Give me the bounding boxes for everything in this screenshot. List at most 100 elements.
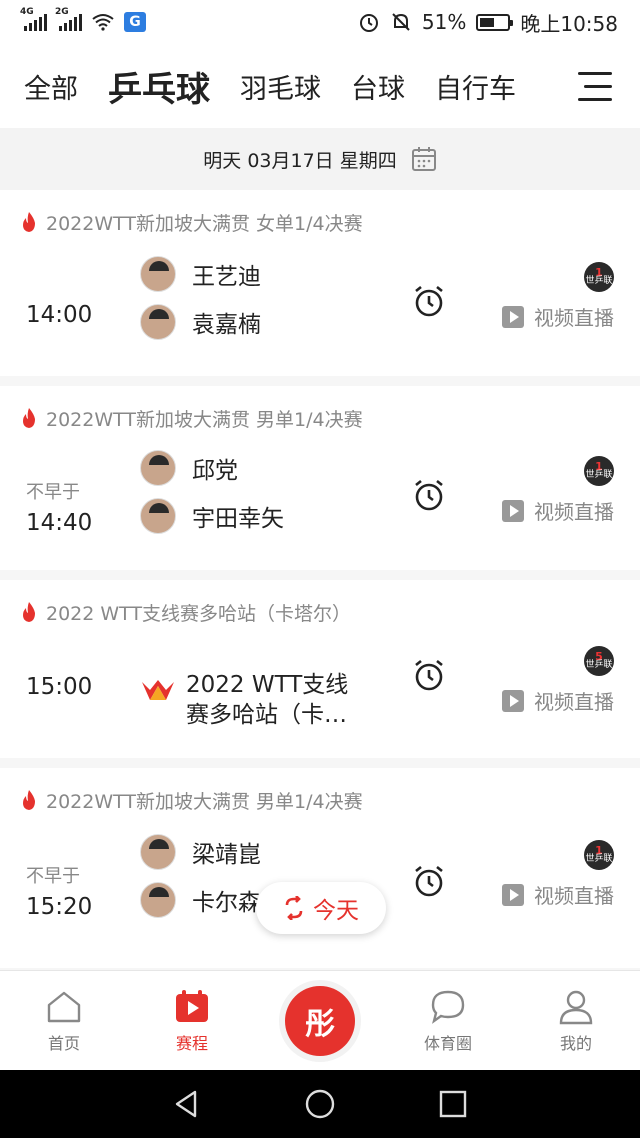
match-title: 2022WTT新加坡大满贯 女单1/4决赛 xyxy=(46,212,363,235)
match-card[interactable]: 2022WTT新加坡大满贯 男单1/4决赛 不早于 14:40 邱党 宇田幸矢 … xyxy=(0,386,640,570)
battery-percent: 51% xyxy=(421,10,467,34)
play-icon xyxy=(502,499,524,522)
alarm-clock-icon[interactable] xyxy=(412,478,446,512)
match-time: 14:40 xyxy=(26,510,93,536)
app-notification-icon: G xyxy=(124,12,146,32)
match-card[interactable]: 2022 WTT支线赛多哈站（卡塔尔） 15:00 2022 WTT支线 赛多哈… xyxy=(0,580,640,758)
tab-cycling[interactable]: 自行车 xyxy=(435,67,516,106)
mute-icon xyxy=(392,13,410,31)
match-title: 2022 WTT支线赛多哈站（卡塔尔） xyxy=(46,602,352,625)
match-card[interactable]: 2022WTT新加坡大满贯 女单1/4决赛 14:00 王艺迪 袁嘉楠 1 世乒联… xyxy=(0,190,640,376)
swap-icon xyxy=(285,896,303,920)
player-row: 袁嘉楠 xyxy=(140,304,261,340)
live-label: 视频直播 xyxy=(534,306,614,330)
battery-icon xyxy=(476,13,514,31)
play-icon xyxy=(502,689,524,712)
home-circle-icon[interactable] xyxy=(304,1088,336,1120)
match-header: 2022WTT新加坡大满贯 男单1/4决赛 xyxy=(0,768,640,832)
match-card[interactable]: 2022WTT新加坡大满贯 男单1/4决赛 不早于 15:20 梁靖崑 卡尔森 … xyxy=(0,768,640,968)
tab-table-tennis[interactable]: 乒乓球 xyxy=(108,62,210,111)
home-icon xyxy=(47,991,81,1022)
nav-profile[interactable]: 我的 xyxy=(512,971,640,1070)
player-row: 邱党 xyxy=(140,450,238,486)
player-row: 王艺迪 xyxy=(140,256,261,292)
nav-community[interactable]: 体育圈 xyxy=(384,971,512,1070)
live-label: 视频直播 xyxy=(534,500,614,524)
player-name: 卡尔森 xyxy=(192,890,261,916)
signal-icon: 2G xyxy=(55,7,82,31)
video-live-link[interactable]: 视频直播 xyxy=(502,686,614,715)
match-title: 2022WTT新加坡大满贯 男单1/4决赛 xyxy=(46,790,363,813)
date-label: 明天 03月17日 星期四 xyxy=(203,149,397,172)
player-name: 宇田幸矢 xyxy=(192,506,284,532)
not-earlier-label: 不早于 xyxy=(26,482,80,503)
nav-label: 体育圈 xyxy=(423,1033,472,1053)
broadcaster-badge: 1 世乒联 xyxy=(584,262,614,292)
live-label: 视频直播 xyxy=(534,690,614,714)
match-list: 2022WTT新加坡大满贯 女单1/4决赛 14:00 王艺迪 袁嘉楠 1 世乒联… xyxy=(0,190,640,972)
menu-icon[interactable] xyxy=(578,72,612,102)
match-title: 2022WTT新加坡大满贯 男单1/4决赛 xyxy=(46,408,363,431)
sim1-label: 4G xyxy=(20,7,34,17)
tab-all[interactable]: 全部 xyxy=(24,67,78,106)
status-bar: 4G 2G G 51% 晚上10:58 xyxy=(0,0,640,44)
not-earlier-label: 不早于 xyxy=(26,866,80,887)
fire-icon xyxy=(23,790,35,810)
nav-center[interactable]: 彤 xyxy=(256,971,384,1070)
tab-badminton[interactable]: 羽毛球 xyxy=(240,67,321,106)
match-header: 2022WTT新加坡大满贯 女单1/4决赛 xyxy=(0,190,640,254)
alarm-clock-icon[interactable] xyxy=(412,284,446,318)
date-bar: 明天 03月17日 星期四 xyxy=(0,128,640,190)
player-row: 卡尔森 xyxy=(140,882,261,918)
center-logo-button: 彤 xyxy=(285,985,355,1056)
match-time: 15:00 xyxy=(26,674,93,700)
user-icon xyxy=(559,990,593,1024)
avatar xyxy=(140,450,176,486)
tab-billiards[interactable]: 台球 xyxy=(351,67,405,106)
player-name: 梁靖崑 xyxy=(192,842,261,868)
match-header: 2022WTT新加坡大满贯 男单1/4决赛 xyxy=(0,386,640,450)
player-row: 宇田幸矢 xyxy=(140,498,284,534)
fire-icon xyxy=(23,408,35,428)
nav-label: 赛程 xyxy=(175,1033,208,1053)
back-icon[interactable] xyxy=(171,1088,203,1120)
player-name: 王艺迪 xyxy=(192,264,261,290)
video-live-link[interactable]: 视频直播 xyxy=(502,302,614,331)
bottom-nav: 首页 赛程 彤 体育圈 我的 xyxy=(0,970,640,1070)
broadcaster-badge: 1 世乒联 xyxy=(584,456,614,486)
avatar xyxy=(140,498,176,534)
sim2-label: 2G xyxy=(55,7,69,17)
player-row: 梁靖崑 xyxy=(140,834,261,870)
today-button[interactable]: 今天 xyxy=(256,882,386,934)
avatar xyxy=(140,834,176,870)
player-name: 邱党 xyxy=(192,458,238,484)
schedule-icon xyxy=(176,989,208,1022)
broadcaster-badge: 5 世乒联 xyxy=(584,646,614,676)
fire-icon xyxy=(23,602,35,622)
wifi-icon xyxy=(92,14,114,31)
nav-label: 首页 xyxy=(47,1033,80,1053)
live-label: 视频直播 xyxy=(534,884,614,908)
match-time: 15:20 xyxy=(26,894,93,920)
alarm-status-icon xyxy=(359,14,378,32)
calendar-icon[interactable] xyxy=(411,146,437,172)
match-time: 14:00 xyxy=(26,302,93,328)
alarm-clock-icon[interactable] xyxy=(412,658,446,692)
nav-label: 我的 xyxy=(559,1033,592,1053)
alarm-clock-icon[interactable] xyxy=(412,864,446,898)
match-header: 2022 WTT支线赛多哈站（卡塔尔） xyxy=(0,580,640,644)
fire-icon xyxy=(23,212,35,232)
nav-schedule[interactable]: 赛程 xyxy=(128,971,256,1070)
play-icon xyxy=(502,883,524,906)
signal-icon: 4G xyxy=(20,7,47,31)
avatar xyxy=(140,882,176,918)
event-name: 2022 WTT支线 赛多哈站（卡… xyxy=(186,670,386,730)
event-name-line: 赛多哈站（卡… xyxy=(186,702,347,728)
clock: 晚上10:58 xyxy=(520,11,618,36)
video-live-link[interactable]: 视频直播 xyxy=(502,496,614,525)
wtt-logo-icon xyxy=(142,680,174,700)
recents-icon[interactable] xyxy=(437,1088,469,1120)
nav-home[interactable]: 首页 xyxy=(0,971,128,1070)
video-live-link[interactable]: 视频直播 xyxy=(502,880,614,909)
play-icon xyxy=(502,305,524,328)
